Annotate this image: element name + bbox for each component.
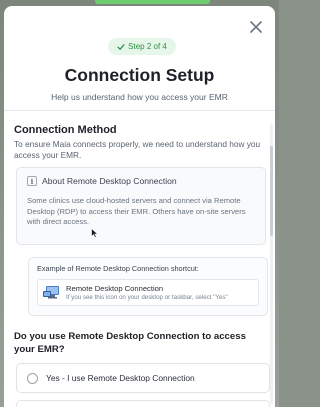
section-title: Connection Method xyxy=(14,124,117,136)
modal-subtitle: Help us understand how you access your E… xyxy=(51,92,228,102)
mouse-cursor-icon xyxy=(91,228,99,238)
section-description: To ensure Maia connects properly, we nee… xyxy=(14,139,261,160)
connection-setup-modal: Step 2 of 4 Connection Setup Help us und… xyxy=(4,6,275,407)
rdp-shortcut-card: Remote Desktop Connection If you see thi… xyxy=(37,279,259,306)
info-icon: i xyxy=(27,176,37,186)
step-indicator-badge: Step 2 of 4 xyxy=(108,38,176,55)
step-indicator-text: Step 2 of 4 xyxy=(128,42,167,51)
option-yes-radio[interactable] xyxy=(27,372,38,384)
scrollbar-thumb[interactable] xyxy=(270,146,273,236)
remote-desktop-icon xyxy=(43,286,59,299)
rdp-example-label: Example of Remote Desktop Connection sho… xyxy=(37,264,199,273)
rdp-example-box: Example of Remote Desktop Connection sho… xyxy=(28,257,268,316)
option-yes-rdp[interactable]: Yes - I use Remote Desktop Connection xyxy=(16,363,270,393)
option-yes-label: Yes - I use Remote Desktop Connection xyxy=(46,373,195,383)
about-rdp-heading-row: i About Remote Desktop Connection xyxy=(27,176,177,186)
close-icon[interactable] xyxy=(249,20,263,34)
about-rdp-heading: About Remote Desktop Connection xyxy=(42,176,177,186)
modal-title: Connection Setup xyxy=(64,65,215,85)
rdp-hint-text: If you see this icon on your desktop or … xyxy=(66,294,228,301)
header-divider xyxy=(4,110,275,111)
rdp-question: Do you use Remote Desktop Connection to … xyxy=(14,331,246,355)
rdp-app-name: Remote Desktop Connection xyxy=(66,284,164,293)
about-rdp-infobox: i About Remote Desktop Connection Some c… xyxy=(16,167,266,245)
check-icon xyxy=(117,43,125,50)
option-next-partial[interactable] xyxy=(16,400,270,407)
progress-accent-bar xyxy=(95,0,210,4)
about-rdp-text: Some clinics use cloud-hosted servers an… xyxy=(27,196,246,226)
